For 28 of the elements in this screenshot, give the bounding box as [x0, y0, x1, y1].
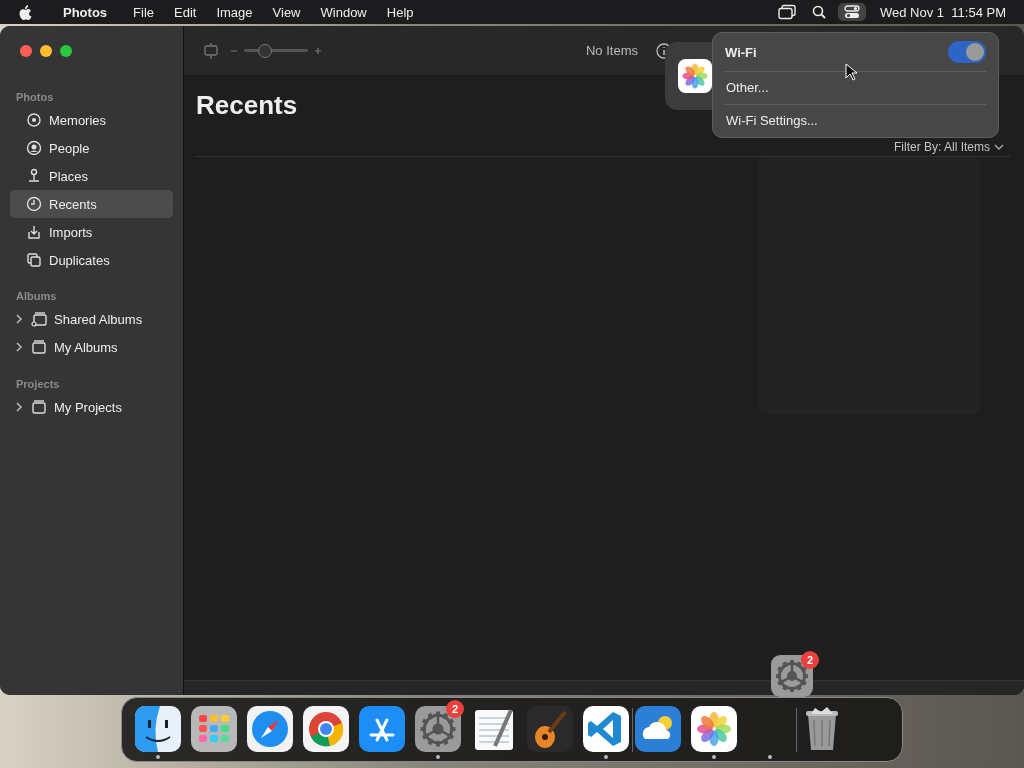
menu-item[interactable]: Window [310, 4, 377, 20]
menu-item[interactable]: View [262, 4, 311, 20]
notification-badge: 2 [446, 700, 464, 718]
item-count: No Items [586, 43, 638, 58]
menu-item[interactable]: Wi-Fi Settings... [725, 105, 986, 137]
sidebar-section-title: Photos [15, 90, 55, 105]
sidebar-item[interactable]: Duplicates [10, 246, 173, 274]
sidebar-section-title: Albums [15, 289, 58, 304]
sidebar-item[interactable]: Places [10, 162, 173, 190]
filter-menu[interactable]: Filter By: All Items [893, 140, 1004, 154]
menu-item[interactable]: Other... [725, 72, 986, 105]
wifi-menu[interactable]: Wi-Fi Other... Wi-Fi Settings... [712, 32, 999, 138]
clock: Wed Nov 1 11:54 PM [880, 4, 1006, 20]
sidebar-section-title: Projects [15, 377, 61, 392]
sidebar-item[interactable]: Imports [10, 218, 173, 246]
page-title: Recents [196, 89, 298, 121]
app-menu[interactable]: Photos [57, 4, 114, 20]
sidebar-item[interactable]: Memories [10, 106, 173, 134]
menu-item[interactable]: Edit [164, 4, 207, 20]
menu-item[interactable]: Image [206, 4, 263, 20]
sidebar-item[interactable]: My Albums [10, 333, 173, 361]
menu-item[interactable]: Help [376, 4, 424, 20]
sidebar-item[interactable]: My Projects [10, 393, 173, 421]
menu-title: Wi-Fi [725, 44, 757, 60]
menu-item[interactable]: File [123, 4, 164, 20]
sidebar-item[interactable]: Recents [10, 190, 173, 218]
sidebar-item[interactable]: Shared Albums [10, 305, 173, 333]
sidebar-item[interactable]: People [10, 134, 173, 162]
